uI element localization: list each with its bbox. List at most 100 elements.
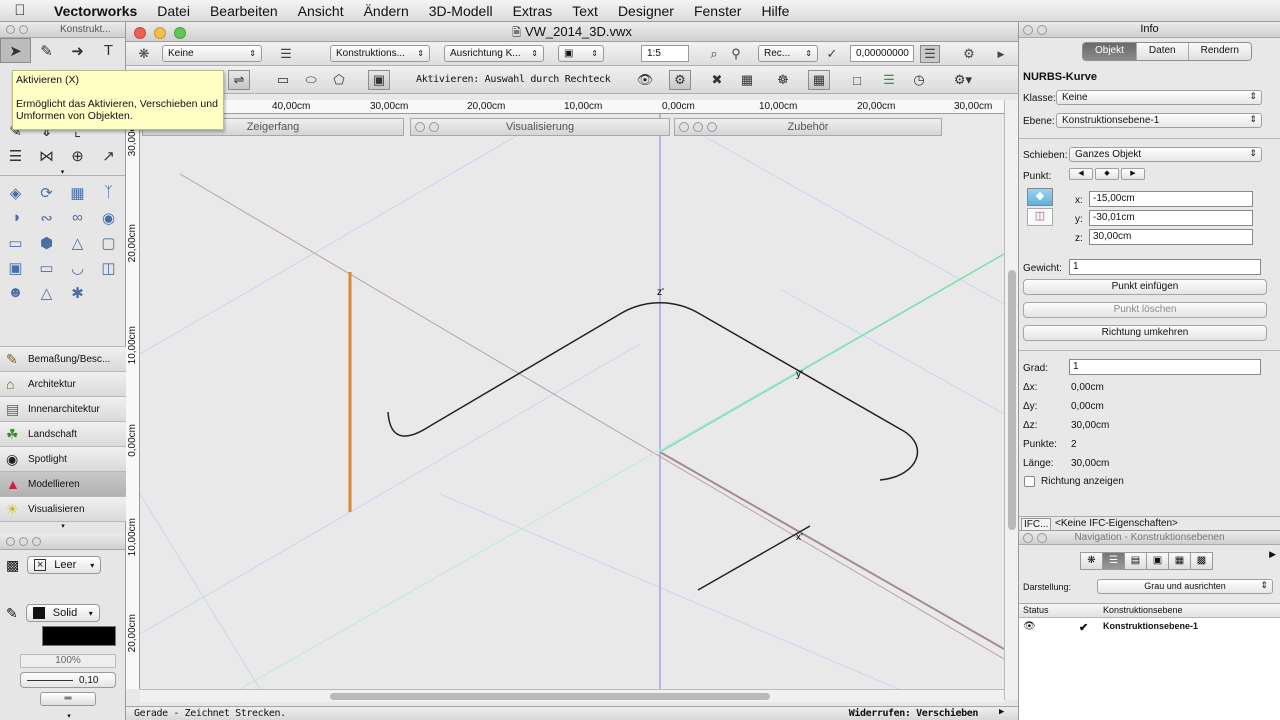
flyover-tool-icon[interactable]: ➜ <box>62 38 93 63</box>
loft-icon[interactable]: △ <box>31 280 62 305</box>
hatch-tool-icon[interactable]: ☰ <box>0 143 31 168</box>
attributes-expand-icon[interactable]: ▾ <box>60 712 78 720</box>
polygon-mode-icon[interactable]: ⬠ <box>328 70 350 90</box>
page-icon[interactable]: □ <box>846 70 868 90</box>
pan-tool-icon[interactable]: ✎ <box>31 38 62 63</box>
z-field[interactable]: 30,00cm <box>1089 229 1253 245</box>
fill-popup[interactable]: × Leer ▾ <box>27 556 102 574</box>
visibility-eye-icon[interactable]: 👁 <box>1023 621 1036 632</box>
horizontal-scrollbar[interactable] <box>140 689 1004 702</box>
tab-rendern[interactable]: Rendern <box>1188 43 1251 60</box>
lasso-mode-icon[interactable]: ⬭ <box>300 70 322 90</box>
menu-3d-modell[interactable]: 3D-Modell <box>419 3 503 19</box>
view-options-icon[interactable]: ⚙ <box>954 45 984 63</box>
nurbs-curve[interactable] <box>387 302 919 481</box>
grid-icon[interactable]: ▦ <box>736 70 758 90</box>
shell-solid-icon[interactable]: ◫ <box>93 255 124 280</box>
class-popup[interactable]: Keine ⇕ <box>162 45 262 62</box>
eye-icon[interactable]: 👁 <box>634 70 656 90</box>
schieben-popup[interactable]: Ganzes Objekt ⇕ <box>1069 147 1262 162</box>
extend-tool-icon[interactable]: ↗ <box>93 143 124 168</box>
x-field[interactable]: -15,00cm <box>1089 191 1253 207</box>
drawn-line[interactable] <box>697 525 811 591</box>
toolset-architektur[interactable]: ⌂ Architektur <box>0 371 126 396</box>
toolset-dimension[interactable]: ✎ Bemaßung/Besc... <box>0 346 126 371</box>
zoom-icon[interactable]: ⌕ <box>704 45 724 63</box>
group-mode-icon[interactable]: ▣ <box>368 70 390 90</box>
minimize-icon[interactable] <box>19 25 28 34</box>
subpalette-visualisierung[interactable]: Visualisierung <box>410 118 670 136</box>
layers-icon[interactable]: ☰ <box>276 45 296 63</box>
zoom-window-icon[interactable] <box>174 27 186 39</box>
solid-icon[interactable]: ⬢ <box>31 230 62 255</box>
pen-color-swatch[interactable] <box>42 626 116 646</box>
horizontal-scroll-thumb[interactable] <box>330 693 770 700</box>
minimize-icon[interactable] <box>1037 25 1047 35</box>
close-icon[interactable] <box>415 122 425 132</box>
menu-extras[interactable]: Extras <box>503 3 563 19</box>
zoom-icon[interactable] <box>32 537 41 546</box>
menu-designer[interactable]: Designer <box>608 3 684 19</box>
menu-datei[interactable]: Datei <box>147 3 200 19</box>
close-icon[interactable] <box>679 122 689 132</box>
layer-options-icon[interactable]: ☰ <box>920 45 940 63</box>
projection-icon[interactable]: ✓ <box>822 45 842 63</box>
mode-select-icon[interactable]: ⇌ <box>228 70 250 90</box>
grad-field[interactable]: 1 <box>1069 359 1261 375</box>
menu-hilfe[interactable]: Hilfe <box>751 3 799 19</box>
apple-icon[interactable]:  <box>0 2 40 19</box>
sweep-icon[interactable]: ∾ <box>31 205 62 230</box>
ebene-popup[interactable]: Konstruktionsebene-1 ⇕ <box>1056 113 1262 128</box>
orientation-popup[interactable]: Ausrichtung K... ⇕ <box>444 45 544 62</box>
class-icon[interactable]: ❋ <box>134 45 154 63</box>
render-mode-popup[interactable]: Rec... ⇕ <box>758 45 818 62</box>
nav-references-icon[interactable]: ▦ <box>1168 552 1191 570</box>
line-marker-popup[interactable]: ═ <box>40 692 96 706</box>
layer-popup[interactable]: Konstruktions... ⇕ <box>330 45 430 62</box>
tab-daten[interactable]: Daten <box>1136 43 1189 60</box>
drawing-canvas[interactable]: z' y' x' <box>140 114 1004 689</box>
working-plane-icon[interactable]: ▦ <box>62 180 93 205</box>
menu-ansicht[interactable]: Ansicht <box>288 3 354 19</box>
menu-fenster[interactable]: Fenster <box>684 3 751 19</box>
rectangle-mode-icon[interactable]: ▭ <box>272 70 294 90</box>
toolset-visualisieren[interactable]: ☀ Visualisieren <box>0 496 126 521</box>
close-window-icon[interactable] <box>134 27 146 39</box>
close-icon[interactable] <box>1023 25 1033 35</box>
y-field[interactable]: -30,01cm <box>1089 210 1253 226</box>
tab-objekt[interactable]: Objekt <box>1083 43 1137 60</box>
gewicht-field[interactable]: 1 <box>1069 259 1261 275</box>
reverse-direction-button[interactable]: Richtung umkehren <box>1023 325 1267 341</box>
vertical-scroll-thumb[interactable] <box>1008 270 1016 530</box>
layers-stack-icon[interactable]: ☰ <box>878 70 900 90</box>
toolset-landschaft[interactable]: ☘ Landschaft <box>0 421 126 446</box>
subpalette-zubehoer[interactable]: Zubehör <box>674 118 942 136</box>
toolset-spotlight[interactable]: ◉ Spotlight <box>0 446 126 471</box>
standard-view-popup[interactable]: ▣ ⇕ <box>558 45 604 62</box>
minimize-icon[interactable] <box>1037 533 1047 543</box>
menu-bearbeiten[interactable]: Bearbeiten <box>200 3 288 19</box>
rotate-tool-icon[interactable]: ⊕ <box>62 143 93 168</box>
rotate3d-icon[interactable]: ⟳ <box>31 180 62 205</box>
darstellung-popup[interactable]: Grau und ausrichten ⇕ <box>1097 579 1273 594</box>
nav-more-arrow-icon[interactable]: ▶ <box>1269 549 1276 560</box>
more-arrow-icon[interactable]: ▶ <box>994 45 1008 63</box>
nav-sheets-icon[interactable]: ▤ <box>1124 552 1147 570</box>
time-icon[interactable]: ◷ <box>908 70 930 90</box>
line-weight-popup[interactable]: 0,10 <box>20 672 116 688</box>
current-point-button[interactable]: ◆ <box>1095 168 1119 180</box>
text-tool-icon[interactable]: T <box>93 38 124 63</box>
shell-icon[interactable]: △ <box>62 230 93 255</box>
paint-icon[interactable]: ☸ <box>772 70 794 90</box>
minimize-icon[interactable] <box>429 122 439 132</box>
expand-arrow-icon[interactable]: ▾ <box>0 168 125 176</box>
zoom-icon[interactable] <box>707 122 717 132</box>
render-grid-icon[interactable]: ▦ <box>808 70 830 90</box>
zoom-fit-icon[interactable]: ⚲ <box>726 45 746 63</box>
minimize-window-icon[interactable] <box>154 27 166 39</box>
nav-views-icon[interactable]: ▣ <box>1146 552 1169 570</box>
opacity-field[interactable]: 100% <box>20 654 116 668</box>
close-icon[interactable] <box>6 25 15 34</box>
value-field[interactable]: 0,00000000 <box>850 45 914 62</box>
table-row[interactable]: 👁 ✔ Konstruktionsebene-1 <box>1019 618 1280 636</box>
